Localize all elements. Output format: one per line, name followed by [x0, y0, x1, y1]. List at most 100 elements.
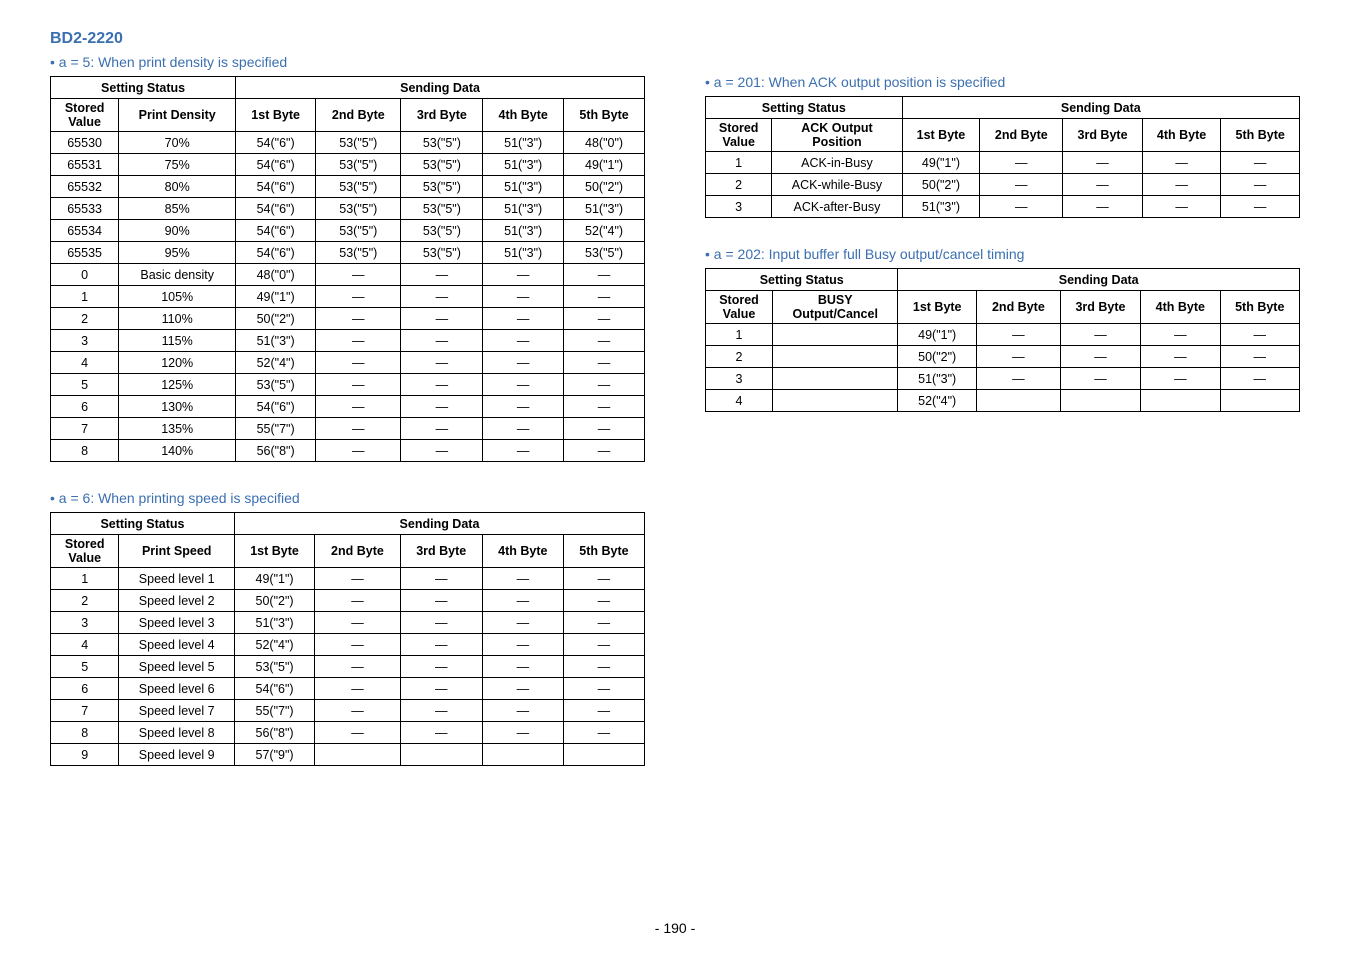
table-cell: 3 — [706, 196, 772, 218]
table-cell: 53("5") — [316, 176, 401, 198]
table-cell: ― — [400, 590, 482, 612]
table-cell — [773, 346, 898, 368]
table-cell: ― — [1142, 174, 1221, 196]
table-cell: 49("1") — [564, 154, 645, 176]
table-cell: 51("3") — [898, 368, 977, 390]
table-cell: 8 — [51, 440, 119, 462]
table-cell: ― — [315, 612, 401, 634]
table-cell: 52("4") — [236, 352, 316, 374]
table-row: 2ACK-while-Busy50("2")―――― — [706, 174, 1300, 196]
column-header: 4th Byte — [482, 535, 563, 568]
table-cell: ― — [483, 352, 564, 374]
table-cell: ― — [316, 264, 401, 286]
table-cell: 54("6") — [236, 154, 316, 176]
table-cell: 53("5") — [564, 242, 645, 264]
table-cell: ― — [1221, 196, 1300, 218]
table-cell: 130% — [119, 396, 236, 418]
table-cell — [1220, 390, 1299, 412]
table-cell: ― — [483, 308, 564, 330]
table-cell: 56("8") — [236, 440, 316, 462]
table-cell: 53("5") — [316, 154, 401, 176]
table-cell: ― — [483, 264, 564, 286]
table-cell: Speed level 2 — [119, 590, 235, 612]
column-header: 5th Byte — [1220, 291, 1299, 324]
table-cell: 3 — [51, 612, 119, 634]
table-cell: 65530 — [51, 132, 119, 154]
left-column: • a = 5: When print density is specified… — [50, 52, 645, 794]
table-a201-title: • a = 201: When ACK output position is s… — [705, 74, 1300, 90]
table-cell: ― — [316, 374, 401, 396]
table-cell: 54("6") — [236, 242, 316, 264]
table-cell: 0 — [51, 264, 119, 286]
table-cell: Speed level 4 — [119, 634, 235, 656]
table-cell: 53("5") — [401, 154, 483, 176]
table-cell: 53("5") — [234, 656, 314, 678]
header-sending-data: Sending Data — [236, 77, 645, 99]
table-cell: 85% — [119, 198, 236, 220]
table-row: 6553490%54("6")53("5")53("5")51("3")52("… — [51, 220, 645, 242]
table-cell: ― — [563, 612, 644, 634]
table-cell: 75% — [119, 154, 236, 176]
column-header: 4th Byte — [1141, 291, 1220, 324]
table-cell: 2 — [706, 174, 772, 196]
table-a6-title: • a = 6: When printing speed is specifie… — [50, 490, 645, 506]
table-cell: ― — [482, 634, 563, 656]
table-cell: ― — [564, 374, 645, 396]
table-cell: 53("5") — [316, 220, 401, 242]
table-cell: 52("4") — [564, 220, 645, 242]
table-cell: ― — [564, 352, 645, 374]
table-cell: ― — [564, 330, 645, 352]
table-cell: 53("5") — [316, 198, 401, 220]
table-cell: 50("2") — [902, 174, 980, 196]
table-cell: ― — [976, 324, 1060, 346]
table-cell: ― — [401, 374, 483, 396]
table-cell: ACK-after-Busy — [772, 196, 902, 218]
table-cell: 9 — [51, 744, 119, 766]
table-cell — [773, 390, 898, 412]
table-cell: 90% — [119, 220, 236, 242]
column-header: 1st Byte — [234, 535, 314, 568]
table-cell: 6 — [51, 396, 119, 418]
table-cell: ACK-in-Busy — [772, 152, 902, 174]
table-cell: 49("1") — [236, 286, 316, 308]
table-row: 6130%54("6")―――― — [51, 396, 645, 418]
table-a5-wrap: • a = 5: When print density is specified… — [50, 54, 645, 462]
column-header: Print Speed — [119, 535, 235, 568]
table-cell: ― — [563, 634, 644, 656]
table-cell: ― — [316, 330, 401, 352]
table-cell: ― — [563, 700, 644, 722]
table-cell: 53("5") — [316, 242, 401, 264]
table-row: 5Speed level 553("5")―――― — [51, 656, 645, 678]
table-cell: ― — [980, 174, 1063, 196]
table-cell: 51("3") — [483, 132, 564, 154]
table-cell: 110% — [119, 308, 236, 330]
table-row: 7135%55("7")―――― — [51, 418, 645, 440]
column-header: 2nd Byte — [980, 119, 1063, 152]
table-cell — [773, 324, 898, 346]
column-header: 3rd Byte — [1060, 291, 1140, 324]
table-cell: ― — [401, 308, 483, 330]
table-cell: ― — [980, 152, 1063, 174]
table-cell: ― — [976, 346, 1060, 368]
table-cell: 65532 — [51, 176, 119, 198]
table-cell: ― — [315, 678, 401, 700]
table-a202: Setting StatusSending DataStoredValueBUS… — [705, 268, 1300, 412]
table-cell: 54("6") — [236, 220, 316, 242]
table-a202-title: • a = 202: Input buffer full Busy output… — [705, 246, 1300, 262]
table-a5: Setting StatusSending DataStoredValuePri… — [50, 76, 645, 462]
table-cell: ― — [316, 308, 401, 330]
table-cell: ― — [564, 286, 645, 308]
table-cell: Basic density — [119, 264, 236, 286]
table-cell: 52("4") — [898, 390, 977, 412]
table-cell: 53("5") — [401, 198, 483, 220]
column-header: ACK OutputPosition — [772, 119, 902, 152]
table-cell: 5 — [51, 656, 119, 678]
table-cell: ― — [316, 286, 401, 308]
table-row: 8Speed level 856("8")―――― — [51, 722, 645, 744]
table-cell: ― — [401, 264, 483, 286]
table-row: 4Speed level 452("4")―――― — [51, 634, 645, 656]
table-cell: 8 — [51, 722, 119, 744]
table-cell: ― — [316, 396, 401, 418]
table-cell: ― — [483, 374, 564, 396]
table-cell: 7 — [51, 418, 119, 440]
